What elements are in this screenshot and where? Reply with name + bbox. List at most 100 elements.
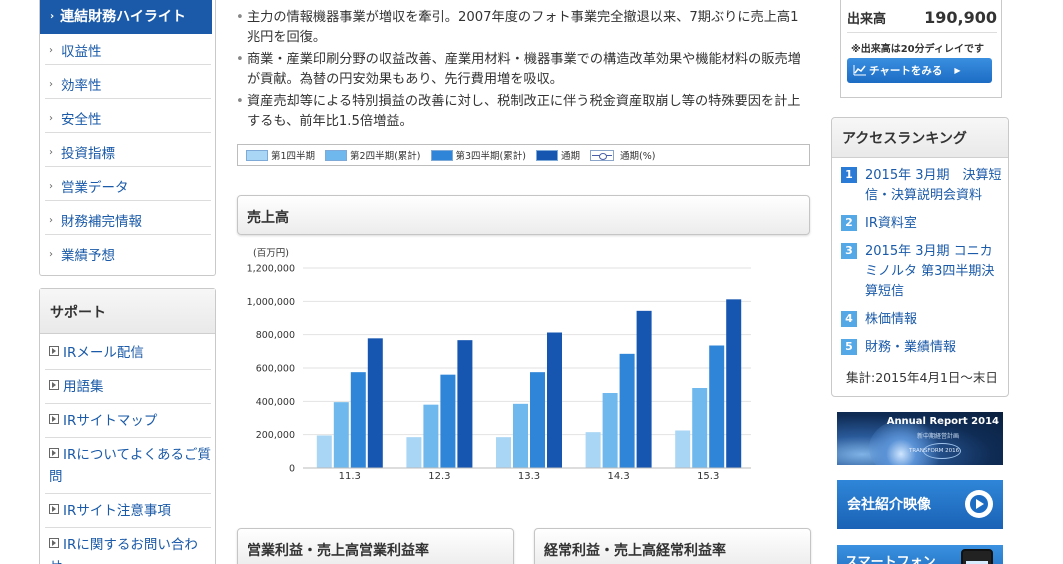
x-tick-label: 11.3 [339, 471, 361, 482]
bar-11.3-1 [316, 435, 332, 468]
ranking-item-text: 財務・業績情報 [865, 340, 957, 355]
legend-swatch [430, 149, 453, 161]
nav-item-safety[interactable]: › 安全性 [45, 99, 211, 133]
support-item-glossary[interactable]: 用語集 [45, 371, 211, 404]
nav-item-label: 業績予想 [61, 248, 115, 264]
bar-11.3-2 [333, 402, 349, 468]
stock-volume-box: 出来高 190,900 ※出来高は20分ディレイです チャートをみる ▶ [840, 0, 1002, 98]
bar-14.3-1 [585, 432, 601, 468]
support-item-contact[interactable]: IRに関するお問い合わせ [45, 529, 211, 564]
arrow-box-icon [49, 504, 59, 514]
nav-item-efficiency[interactable]: › 効率性 [45, 65, 211, 99]
view-chart-button[interactable]: チャートをみる ▶ [847, 58, 992, 83]
ranking-item-2[interactable]: 2 IR資料室 [841, 214, 1003, 234]
stock-volume-value: 190,900 [924, 8, 997, 27]
support-item-label: IRに関するお問い合わせ [49, 537, 198, 564]
bar-13.3-3 [530, 372, 545, 468]
nav-item-business-data[interactable]: › 営業データ [45, 167, 211, 201]
bar-12.3-3 [440, 374, 456, 468]
support-item-faq[interactable]: IRについてよくあるご質問 [45, 439, 211, 494]
chevron-right-icon: › [49, 249, 53, 260]
bar-15.3-2 [692, 388, 708, 468]
bar-14.3-4 [636, 310, 652, 468]
support-box: サポート IRメール配信 用語集 IRサイトマップ IRについてよくあるご質問 … [39, 288, 216, 564]
bar-13.3-2 [513, 403, 528, 468]
x-tick-label: 12.3 [428, 471, 450, 482]
company-video-banner[interactable]: 会社紹介映像 [837, 480, 1003, 529]
chevron-right-icon: › [49, 181, 53, 192]
y-axis-unit-label: (百万円) [253, 248, 289, 259]
legend-label: 第1四半期 [271, 151, 316, 162]
rank-number: 4 [841, 311, 857, 327]
bar-15.3-1 [675, 430, 691, 468]
nav-item-forecast[interactable]: › 業績予想 [45, 235, 211, 269]
chevron-right-icon: › [49, 45, 53, 56]
x-tick-label: 15.3 [697, 471, 719, 482]
nav-item-label: 収益性 [61, 44, 102, 60]
legend-q1: 第1四半期 [246, 148, 315, 162]
arrow-box-icon [49, 414, 59, 424]
bar-15.3-3 [709, 345, 725, 468]
bullet-item: 商業・産業印刷分野の収益改善、産業用材料・機器事業での構造改革効果や機能材料の販… [233, 50, 811, 90]
support-item-sitemap[interactable]: IRサイトマップ [45, 405, 211, 438]
ranking-title: アクセスランキング [832, 118, 1008, 158]
highlight-bullets: 主力の情報機器事業が増収を牽引。2007年度のフォト事業完全撤退以来、7期ぶりに… [233, 8, 811, 134]
support-item-notice[interactable]: IRサイト注意事項 [45, 495, 211, 528]
y-tick-label: 1,200,000 [247, 264, 295, 275]
nav-item-investment-index[interactable]: › 投資指標 [45, 133, 211, 167]
ranking-item-text: 株価情報 [865, 312, 918, 327]
nav-item-label: 財務補完情報 [61, 214, 142, 230]
ranking-item-5[interactable]: 5 財務・業績情報 [841, 338, 1003, 358]
nav-item-label: 営業データ [61, 180, 129, 196]
legend-full: 通期 [535, 148, 580, 162]
support-title: サポート [40, 289, 215, 334]
bar-11.3-4 [367, 338, 383, 468]
support-item-label: IRメール配信 [63, 345, 144, 361]
y-tick-label: 0 [289, 464, 295, 475]
stock-volume-label: 出来高 [847, 12, 887, 27]
smartphone-icon [961, 549, 993, 564]
arrow-box-icon [49, 380, 59, 390]
nav-item-supplementary[interactable]: › 財務補完情報 [45, 201, 211, 235]
y-tick-label: 400,000 [256, 397, 295, 408]
ranking-item-3[interactable]: 3 2015年 3月期 コニカミノルタ 第3四半期決算短信 [841, 242, 1003, 302]
support-item-ir-mail[interactable]: IRメール配信 [45, 337, 211, 370]
nav-item-label: 投資指標 [61, 146, 115, 162]
arrow-box-icon [49, 346, 59, 356]
chevron-right-icon: › [50, 11, 55, 22]
ranking-period: 集計:2015年4月1日～末日 [846, 370, 998, 385]
ranking-item-1[interactable]: 1 2015年 3月期 決算短信・決算説明会資料 [841, 166, 1003, 206]
bar-12.3-4 [457, 340, 473, 468]
bar-12.3-2 [423, 404, 439, 468]
nav-item-active[interactable]: › 連結財務ハイライト [40, 0, 212, 34]
stock-volume-row: 出来高 190,900 [847, 3, 997, 33]
nav-item-label: 効率性 [61, 78, 102, 94]
bullet-item: 資産売却等による特別損益の改善に対し、税制改正に伴う税金資産取崩し等の特殊要因を… [233, 92, 811, 132]
legend-swatch [246, 149, 268, 161]
annual-report-banner[interactable]: Annual Report 2014 新中期経営計画 TRANSFORM 201… [837, 412, 1003, 465]
nav-item-label: 安全性 [61, 112, 102, 128]
sales-bar-chart: (百万円) 1,200,000 1,000,000 800,000 600,000 400… [247, 248, 751, 482]
arrow-box-icon [49, 538, 59, 548]
transform-logo-text: TRANSFORM 2016 [909, 448, 960, 454]
ranking-item-4[interactable]: 4 株価情報 [841, 310, 1003, 330]
sales-panel-header: 売上高 [237, 195, 810, 235]
rank-number: 2 [841, 215, 857, 231]
nav-item-profitability[interactable]: › 収益性 [45, 31, 211, 65]
legend-pct: 通期(%) [590, 148, 655, 162]
y-tick-label: 800,000 [256, 330, 295, 341]
chart-legend: 第1四半期 第2四半期(累計) 第3四半期(累計) 通期 通期(%) [237, 144, 810, 166]
annual-report-title: Annual Report 2014 [886, 416, 999, 427]
smartphone-banner[interactable]: スマートフォン [837, 545, 1003, 564]
smartphone-label: スマートフォン [845, 555, 936, 564]
line-chart-icon [853, 65, 866, 76]
x-tick-label: 14.3 [607, 471, 629, 482]
annual-report-subtitle: 新中期経営計画 [917, 433, 960, 440]
bar-13.3-4 [547, 332, 562, 468]
legend-label: 第3四半期(累計) [455, 151, 526, 162]
legend-label: 第2四半期(累計) [350, 151, 421, 162]
support-item-label: 用語集 [63, 379, 104, 395]
op-income-panel-header: 営業利益・売上高営業利益率 [237, 528, 514, 564]
bar-12.3-1 [406, 437, 422, 468]
y-tick-label: 1,000,000 [247, 297, 295, 308]
